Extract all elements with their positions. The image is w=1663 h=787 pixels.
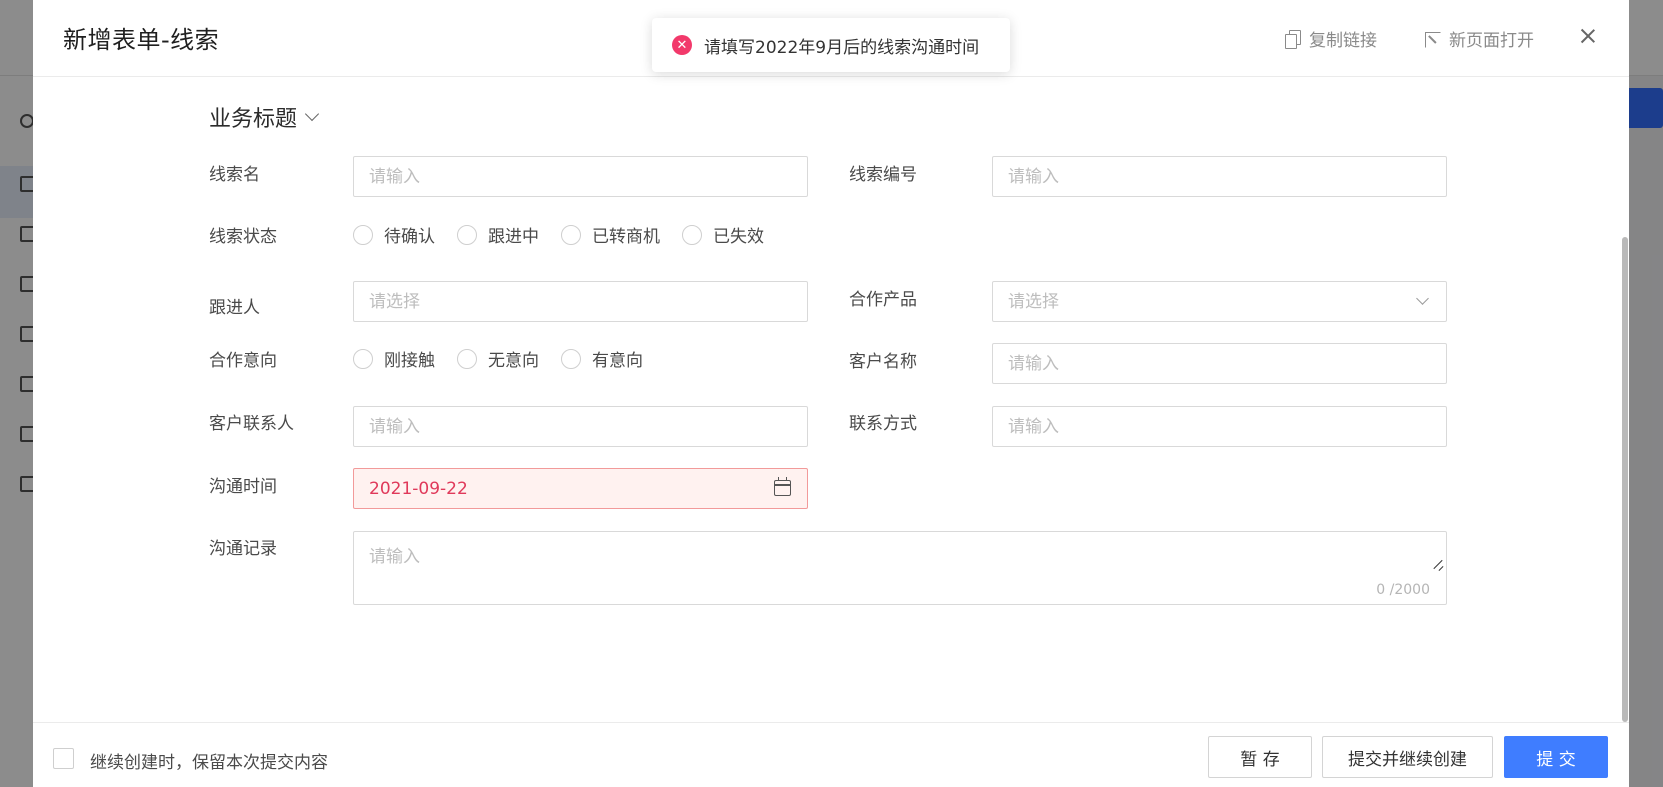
copy-icon — [1285, 29, 1301, 49]
radio-circle[interactable] — [457, 348, 477, 369]
radio-label: 有意向 — [592, 351, 643, 371]
comm-record-placeholder: 请输入 — [369, 547, 420, 567]
save-draft-button[interactable]: 暂 存 — [1208, 736, 1312, 778]
product-label: 合作产品 — [849, 290, 917, 310]
close-icon[interactable] — [1578, 26, 1598, 46]
radio-circle[interactable] — [457, 224, 477, 245]
product-select[interactable] — [992, 281, 1447, 322]
radio-circle[interactable] — [353, 224, 373, 245]
radio-status-converted[interactable]: 已转商机 — [561, 222, 660, 247]
radio-label: 无意向 — [488, 351, 539, 371]
radio-intention-none[interactable]: 无意向 — [457, 346, 539, 371]
calendar-icon[interactable] — [774, 477, 791, 496]
radio-label: 跟进中 — [488, 227, 539, 247]
clue-status-radio-group: 待确认 跟进中 已转商机 已失效 — [353, 222, 786, 247]
radio-status-pending[interactable]: 待确认 — [353, 222, 435, 247]
char-counter: 0 /2000 — [1376, 582, 1430, 598]
clue-status-label: 线索状态 — [209, 227, 277, 247]
radio-label: 已转商机 — [592, 227, 660, 247]
clue-name-input[interactable] — [353, 156, 808, 197]
radio-intention-yes[interactable]: 有意向 — [561, 346, 643, 371]
customer-name-label: 客户名称 — [849, 352, 917, 372]
toast-message: 请填写2022年9月后的线索沟通时间 — [704, 37, 980, 58]
keep-content-label[interactable]: 继续创建时，保留本次提交内容 — [90, 748, 328, 773]
resize-handle-icon[interactable] — [1432, 562, 1444, 572]
radio-circle[interactable] — [561, 348, 581, 369]
radio-circle[interactable] — [561, 224, 581, 245]
submit-continue-button[interactable]: 提交并继续创建 — [1322, 736, 1493, 778]
clue-number-label: 线索编号 — [849, 165, 917, 185]
comm-time-date-picker[interactable] — [353, 468, 808, 509]
keep-content-checkbox[interactable] — [53, 748, 74, 769]
open-new-page-label: 新页面打开 — [1449, 31, 1534, 51]
submit-button[interactable]: 提 交 — [1504, 736, 1608, 778]
copy-link-label: 复制链接 — [1309, 31, 1377, 51]
contact-method-label: 联系方式 — [849, 414, 917, 434]
open-new-page-button[interactable]: 新页面打开 — [1425, 26, 1534, 51]
chevron-down-icon — [304, 106, 320, 122]
section-title[interactable]: 业务标题 — [209, 101, 320, 133]
intention-radio-group: 刚接触 无意向 有意向 — [353, 346, 665, 371]
intention-label: 合作意向 — [209, 351, 277, 371]
comm-time-label: 沟通时间 — [209, 477, 277, 497]
contact-person-label: 客户联系人 — [209, 414, 294, 434]
comm-record-label: 沟通记录 — [209, 539, 277, 559]
section-title-label: 业务标题 — [209, 107, 298, 132]
radio-circle[interactable] — [353, 348, 373, 369]
error-toast: ✕ 请填写2022年9月后的线索沟通时间 — [652, 18, 1010, 72]
contact-person-input[interactable] — [353, 406, 808, 447]
error-icon: ✕ — [672, 35, 692, 55]
scrollbar[interactable] — [1622, 77, 1629, 722]
modal-footer: 继续创建时，保留本次提交内容 暂 存 提交并继续创建 提 交 — [33, 722, 1629, 787]
radio-label: 已失效 — [713, 227, 764, 247]
radio-label: 刚接触 — [384, 351, 435, 371]
follower-label: 跟进人 — [209, 298, 260, 318]
radio-status-invalid[interactable]: 已失效 — [682, 222, 764, 247]
clue-name-label: 线索名 — [209, 165, 260, 185]
radio-status-following[interactable]: 跟进中 — [457, 222, 539, 247]
radio-label: 待确认 — [384, 227, 435, 247]
scrollbar-thumb[interactable] — [1622, 237, 1628, 722]
customer-name-input[interactable] — [992, 343, 1447, 384]
clue-number-input[interactable] — [992, 156, 1447, 197]
comm-record-textarea[interactable]: 请输入 0 /2000 — [353, 531, 1447, 605]
form-modal: 新增表单-线索 复制链接 新页面打开 业务标题 线索名 线索编号 线索状态 待确… — [33, 0, 1629, 787]
contact-method-input[interactable] — [992, 406, 1447, 447]
open-external-icon — [1425, 30, 1441, 48]
follower-select[interactable] — [353, 281, 808, 322]
radio-circle[interactable] — [682, 224, 702, 245]
radio-intention-initial[interactable]: 刚接触 — [353, 346, 435, 371]
modal-title: 新增表单-线索 — [63, 26, 220, 54]
copy-link-button[interactable]: 复制链接 — [1285, 26, 1377, 51]
